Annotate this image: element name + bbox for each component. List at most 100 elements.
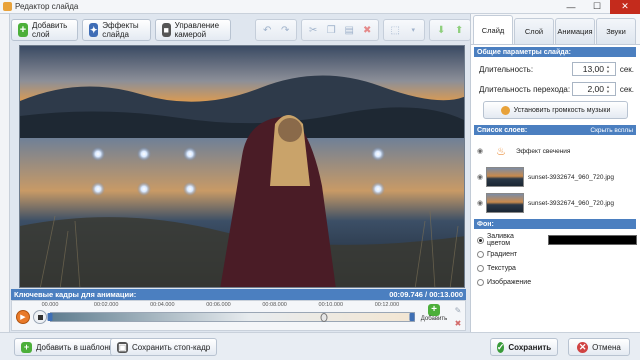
- timeline-tick-label: 00.000: [41, 302, 59, 308]
- paste-icon[interactable]: ▤: [341, 22, 357, 38]
- save-button[interactable]: ✓ Сохранить: [490, 338, 558, 356]
- timeline-tick-label: 00:06.000: [206, 302, 231, 308]
- transition-unit: сек.: [619, 84, 634, 94]
- maximize-button[interactable]: ☐: [584, 0, 610, 14]
- tab-sounds[interactable]: Звуки: [596, 18, 636, 44]
- fit-icon[interactable]: ⬚: [387, 22, 403, 38]
- radio-fill[interactable]: [477, 236, 484, 244]
- order-tools: ⬇ ⬆: [429, 19, 472, 41]
- timeline-track[interactable]: [50, 312, 415, 322]
- layers-title: Список слоев:: [477, 126, 528, 134]
- duration-label: Длительность:: [479, 64, 534, 74]
- bg-option-label: Текстура: [487, 264, 516, 272]
- duration-value: 13,00: [582, 64, 604, 74]
- add-layer-label: Добавить слой: [31, 21, 68, 39]
- hide-all-link[interactable]: Скрыть всплы: [590, 127, 633, 134]
- effects-icon: ✦: [89, 23, 99, 37]
- fill-color-swatch[interactable]: [547, 235, 637, 245]
- cut-icon[interactable]: ✂: [305, 22, 321, 38]
- checkmark-icon: ✓: [496, 341, 505, 353]
- add-keyframe-label: Добавить: [420, 316, 448, 322]
- save-label: Сохранить: [508, 342, 552, 352]
- transition-label: Длительность перехода:: [479, 84, 571, 94]
- delete-icon[interactable]: ✖: [359, 22, 375, 38]
- bg-option-image[interactable]: Изображение: [477, 275, 637, 289]
- timeline-tick-label: 00:02.000: [93, 302, 119, 308]
- move-up-icon[interactable]: ⬆: [451, 22, 467, 38]
- layer-name: Эффект свечения: [516, 147, 571, 155]
- spin-arrows-icon[interactable]: ▲ ▼: [606, 84, 613, 94]
- slide-params-title: Общие параметры слайда:: [477, 48, 571, 56]
- slide-params-header: Общие параметры слайда:: [474, 47, 636, 57]
- slide-tab-content: Общие параметры слайда: Длительность: 13…: [471, 44, 640, 332]
- playhead-handle[interactable]: [320, 313, 328, 322]
- duration-spinbox[interactable]: 13,00 ▲ ▼: [572, 62, 616, 76]
- layer-item[interactable]: ◉ sunset-3932674_960_720.jpg: [474, 191, 636, 215]
- layer-thumbnail: [486, 193, 524, 213]
- slide-effects-button[interactable]: ✦ Эффекты слайда: [82, 19, 151, 41]
- keyframe-marker[interactable]: [47, 313, 53, 321]
- title-bar: Редактор слайда — ☐ ✕: [0, 0, 640, 14]
- delete-keyframe-icon[interactable]: ✖: [455, 319, 462, 328]
- timeline-tick-label: 00:12.000: [374, 302, 400, 308]
- radio-texture[interactable]: [477, 264, 484, 272]
- fit-tools: ⬚ ▾: [383, 19, 426, 41]
- add-to-templates-button[interactable]: + Добавить в шаблоны: [14, 338, 122, 356]
- history-tools: ↶ ↷: [255, 19, 298, 41]
- close-button[interactable]: ✕: [610, 0, 640, 14]
- radio-gradient[interactable]: [477, 250, 484, 258]
- tab-layer[interactable]: Слой: [514, 18, 554, 44]
- chevron-down-icon[interactable]: ▾: [405, 22, 421, 38]
- copy-icon[interactable]: ❐: [323, 22, 339, 38]
- save-still-icon: ▣: [117, 341, 128, 353]
- bg-option-label: Градиент: [487, 250, 518, 258]
- redo-icon[interactable]: ↷: [277, 22, 293, 38]
- stop-icon: [37, 314, 43, 320]
- transition-value: 2,00: [587, 84, 604, 94]
- window-title: Редактор слайда: [15, 2, 79, 11]
- timeline-tick-label: 00:04.000: [150, 302, 175, 308]
- music-volume-label: Установить громкость музыки: [513, 106, 611, 114]
- spin-arrows-icon[interactable]: ▲ ▼: [606, 64, 613, 74]
- add-keyframe-button[interactable]: + Добавить: [419, 304, 449, 330]
- plus-icon: +: [21, 341, 32, 353]
- eye-icon[interactable]: ◉: [474, 199, 486, 207]
- cancel-button[interactable]: ✕ Отмена: [568, 338, 630, 356]
- edit-keyframe-icon[interactable]: ✎: [455, 306, 462, 315]
- keyframes-title: Ключевые кадры для анимации:: [14, 290, 137, 299]
- bg-option-texture[interactable]: Текстура: [477, 261, 637, 275]
- eye-icon[interactable]: ◉: [474, 147, 486, 155]
- toolbar: + Добавить слой ✦ Эффекты слайда ■ Управ…: [11, 16, 472, 44]
- layer-item[interactable]: ◉ sunset-3932674_960_720.jpg: [474, 165, 636, 189]
- add-layer-button[interactable]: + Добавить слой: [11, 19, 79, 41]
- transition-row: Длительность перехода: 2,00 ▲ ▼ сек.: [479, 81, 634, 97]
- keyframes-header: Ключевые кадры для анимации: 00:09.746 /…: [11, 289, 466, 300]
- save-still-button[interactable]: ▣ Сохранить стоп-кадр: [110, 338, 218, 356]
- layer-item[interactable]: ◉ ♨ Эффект свечения: [474, 139, 636, 163]
- undo-icon[interactable]: ↶: [259, 22, 275, 38]
- timeline-tick-label: 00:10.000: [318, 302, 343, 308]
- slide-preview[interactable]: [19, 45, 465, 288]
- save-still-label: Сохранить стоп-кадр: [132, 342, 211, 352]
- layer-name: sunset-3932674_960_720.jpg: [528, 173, 615, 181]
- radio-image[interactable]: [477, 278, 484, 286]
- stop-button[interactable]: [33, 310, 47, 324]
- keyframe-marker[interactable]: [409, 313, 415, 321]
- music-volume-button[interactable]: Установить громкость музыки: [483, 101, 628, 119]
- tab-animation[interactable]: Анимация: [555, 18, 595, 44]
- camera-control-button[interactable]: ■ Управление камерой: [154, 19, 232, 41]
- plus-icon: +: [18, 23, 28, 37]
- eye-icon[interactable]: ◉: [474, 173, 486, 181]
- bg-option-gradient[interactable]: Градиент: [477, 247, 637, 261]
- move-down-icon[interactable]: ⬇: [433, 22, 449, 38]
- tab-slide[interactable]: Слайд: [473, 15, 513, 44]
- plus-icon: +: [428, 304, 440, 316]
- duration-row: Длительность: 13,00 ▲ ▼ сек.: [479, 61, 634, 77]
- bg-option-label: Заливка цветом: [486, 233, 514, 247]
- bg-option-label: Изображение: [487, 278, 532, 286]
- play-button[interactable]: ▶: [16, 310, 30, 324]
- minimize-button[interactable]: —: [558, 0, 584, 14]
- camera-control-label: Управление камерой: [174, 21, 220, 39]
- bg-option-fill[interactable]: Заливка цветом: [477, 233, 637, 247]
- transition-spinbox[interactable]: 2,00 ▲ ▼: [572, 82, 616, 96]
